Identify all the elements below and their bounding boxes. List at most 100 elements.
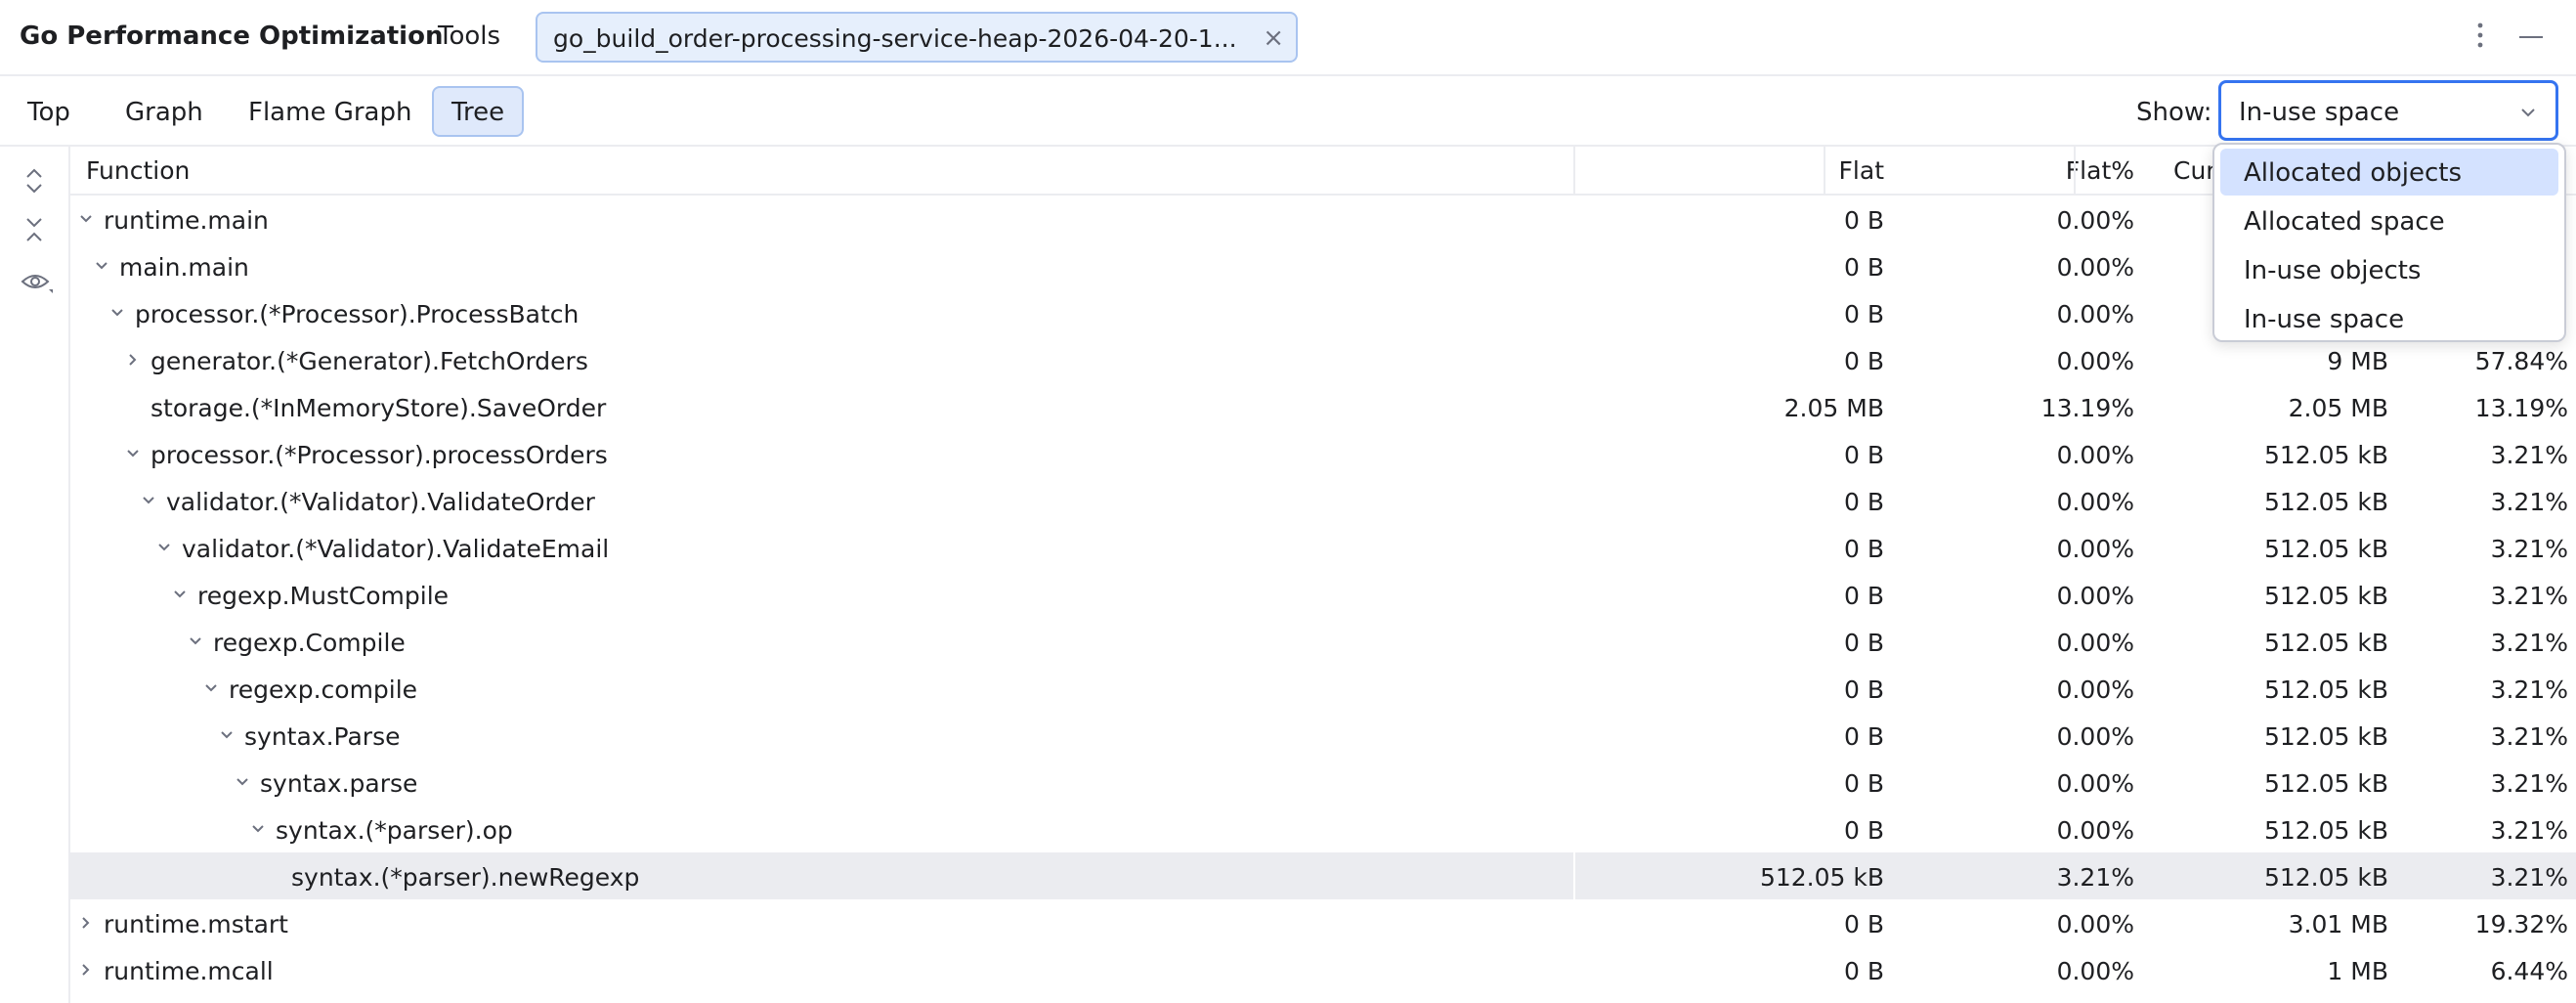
cum-pct-value: 3.21% — [2490, 582, 2568, 610]
flat-pct-value: 0.00% — [2056, 253, 2134, 282]
table-row[interactable]: runtime.mcall 0 B 0.00% 1 MB 6.44% — [70, 946, 2576, 993]
chevron-right-icon[interactable] — [76, 960, 96, 980]
close-icon[interactable]: × — [1263, 23, 1284, 53]
table-row[interactable]: regexp.MustCompile 0 B 0.00% 512.05 kB 3.21% — [70, 571, 2576, 618]
cum-value: 512.05 kB — [2263, 629, 2388, 657]
flat-value: 0 B — [1843, 816, 1884, 845]
call-tree-table: Function Flat Flat% Cum runtime.main 0 B 0… — [70, 147, 2576, 1003]
tab-graph[interactable]: Graph — [125, 98, 203, 127]
cum-pct-value: 3.21% — [2490, 769, 2568, 798]
function-name: runtime.mstart — [104, 910, 288, 938]
flat-value: 0 B — [1843, 629, 1884, 657]
table-row[interactable]: regexp.compile 0 B 0.00% 512.05 kB 3.21% — [70, 665, 2576, 712]
chevron-down-icon[interactable] — [107, 303, 127, 323]
chevron-down-icon — [2521, 109, 2535, 117]
function-name: validator.(*Validator).ValidateEmail — [182, 535, 610, 563]
chevron-down-icon[interactable] — [92, 256, 111, 276]
cum-value: 2.05 MB — [2288, 394, 2388, 422]
column-divider[interactable] — [1824, 147, 1825, 196]
chevron-down-icon[interactable] — [217, 725, 236, 745]
chevron-down-icon[interactable] — [201, 678, 221, 698]
function-name: regexp.compile — [229, 676, 418, 704]
function-name: syntax.(*parser).op — [276, 816, 513, 845]
option-allocated-space[interactable]: Allocated space — [2220, 197, 2558, 244]
table-row[interactable]: generator.(*Generator).FetchOrders 0 B 0.0… — [70, 336, 2576, 383]
eye-icon[interactable] — [20, 268, 55, 297]
chevron-down-icon[interactable] — [186, 632, 205, 651]
flat-pct-value: 0.00% — [2056, 300, 2134, 328]
table-row[interactable]: main.main 0 B 0.00% — [70, 242, 2576, 289]
flat-pct-value: 0.00% — [2056, 816, 2134, 845]
tab-top[interactable]: Top — [27, 98, 70, 127]
chevron-down-icon[interactable] — [139, 491, 158, 510]
tab-flame-graph[interactable]: Flame Graph — [248, 98, 411, 127]
tools-tab[interactable]: Tools — [438, 22, 500, 51]
show-select[interactable]: In-use space — [2218, 80, 2558, 141]
table-row[interactable]: syntax.(*parser).op 0 B 0.00% 512.05 kB 3.21… — [70, 806, 2576, 852]
cum-pct-value: 3.21% — [2490, 441, 2568, 469]
cum-value: 512.05 kB — [2263, 488, 2388, 516]
chevron-right-icon[interactable] — [76, 913, 96, 933]
function-name: processor.(*Processor).processOrders — [150, 441, 608, 469]
table-row[interactable]: validator.(*Validator).ValidateEmail 0 B 0… — [70, 524, 2576, 571]
chevron-down-icon[interactable] — [170, 585, 190, 604]
flat-pct-value: 0.00% — [2056, 535, 2134, 563]
flat-pct-value: 0.00% — [2056, 769, 2134, 798]
column-header-flat[interactable]: Flat — [1575, 156, 1884, 185]
table-row[interactable]: processor.(*Processor).processOrders 0 B 0… — [70, 430, 2576, 477]
cum-pct-value: 3.21% — [2490, 863, 2568, 892]
cum-pct-value: 3.21% — [2490, 722, 2568, 751]
option-allocated-objects[interactable]: Allocated objects — [2220, 149, 2558, 196]
chevron-down-icon[interactable] — [76, 209, 96, 229]
more-vertical-icon[interactable] — [2470, 18, 2490, 53]
cum-value: 1 MB — [2327, 957, 2388, 985]
flat-pct-value: 0.00% — [2056, 441, 2134, 469]
cum-pct-value: 3.21% — [2490, 816, 2568, 845]
flat-pct-value: 0.00% — [2056, 722, 2134, 751]
column-header-function[interactable]: Function — [86, 156, 190, 185]
option-in-use-objects[interactable]: In-use objects — [2220, 246, 2558, 293]
table-row[interactable]: runtime.mstart 0 B 0.00% 3.01 MB 19.32% — [70, 899, 2576, 946]
tree-actions-gutter — [0, 147, 70, 1003]
cum-value: 512.05 kB — [2263, 816, 2388, 845]
flat-value: 0 B — [1843, 910, 1884, 938]
cum-value: 512.05 kB — [2263, 769, 2388, 798]
option-in-use-space[interactable]: In-use space — [2220, 295, 2558, 342]
function-name: runtime.mcall — [104, 957, 274, 985]
flat-pct-value: 0.00% — [2056, 488, 2134, 516]
cum-pct-value: 3.21% — [2490, 676, 2568, 704]
chevron-down-icon[interactable] — [154, 538, 174, 557]
table-row[interactable]: runtime.main 0 B 0.00% — [70, 196, 2576, 242]
chevron-down-icon[interactable] — [123, 444, 143, 463]
function-name: regexp.MustCompile — [197, 582, 450, 610]
function-name: syntax.Parse — [244, 722, 401, 751]
collapse-all-icon[interactable] — [20, 215, 49, 244]
chevron-right-icon[interactable] — [123, 350, 143, 370]
table-row[interactable]: syntax.(*parser).newRegexp 512.05 kB 3.21%… — [70, 852, 2576, 899]
profile-file-tab[interactable]: go_build_order-processing-service-heap-2… — [536, 12, 1298, 63]
table-header: Function Flat Flat% Cum — [70, 147, 2576, 196]
table-row[interactable]: regexp.Compile 0 B 0.00% 512.05 kB 3.21% — [70, 618, 2576, 665]
chevron-down-icon[interactable] — [248, 819, 268, 839]
table-row[interactable]: processor.(*Processor).ProcessBatch 0 B 0.… — [70, 289, 2576, 336]
column-header-flat-pct[interactable]: Flat% — [1888, 156, 2134, 185]
table-row[interactable]: validator.(*Validator).ValidateOrder 0 B 0… — [70, 477, 2576, 524]
tab-tree[interactable]: Tree — [432, 86, 525, 137]
flat-value: 512.05 kB — [1759, 863, 1884, 892]
table-row[interactable]: syntax.Parse 0 B 0.00% 512.05 kB 3.21% — [70, 712, 2576, 759]
flat-value: 0 B — [1843, 488, 1884, 516]
chevron-down-icon[interactable] — [233, 772, 252, 792]
cum-pct-value: 3.21% — [2490, 629, 2568, 657]
table-row[interactable]: syntax.parse 0 B 0.00% 512.05 kB 3.21% — [70, 759, 2576, 806]
table-row[interactable]: storage.(*InMemoryStore).SaveOrder 2.05 M… — [70, 383, 2576, 430]
option-label: Allocated objects — [2244, 158, 2462, 188]
cum-value: 3.01 MB — [2288, 910, 2388, 938]
column-divider[interactable] — [2074, 147, 2076, 196]
minimize-icon[interactable] — [2519, 36, 2543, 38]
flat-value: 0 B — [1843, 676, 1884, 704]
flat-value: 0 B — [1843, 347, 1884, 375]
expand-all-icon[interactable] — [20, 166, 49, 196]
function-name: storage.(*InMemoryStore).SaveOrder — [150, 394, 607, 422]
cum-value: 512.05 kB — [2263, 582, 2388, 610]
flat-pct-value: 0.00% — [2056, 347, 2134, 375]
